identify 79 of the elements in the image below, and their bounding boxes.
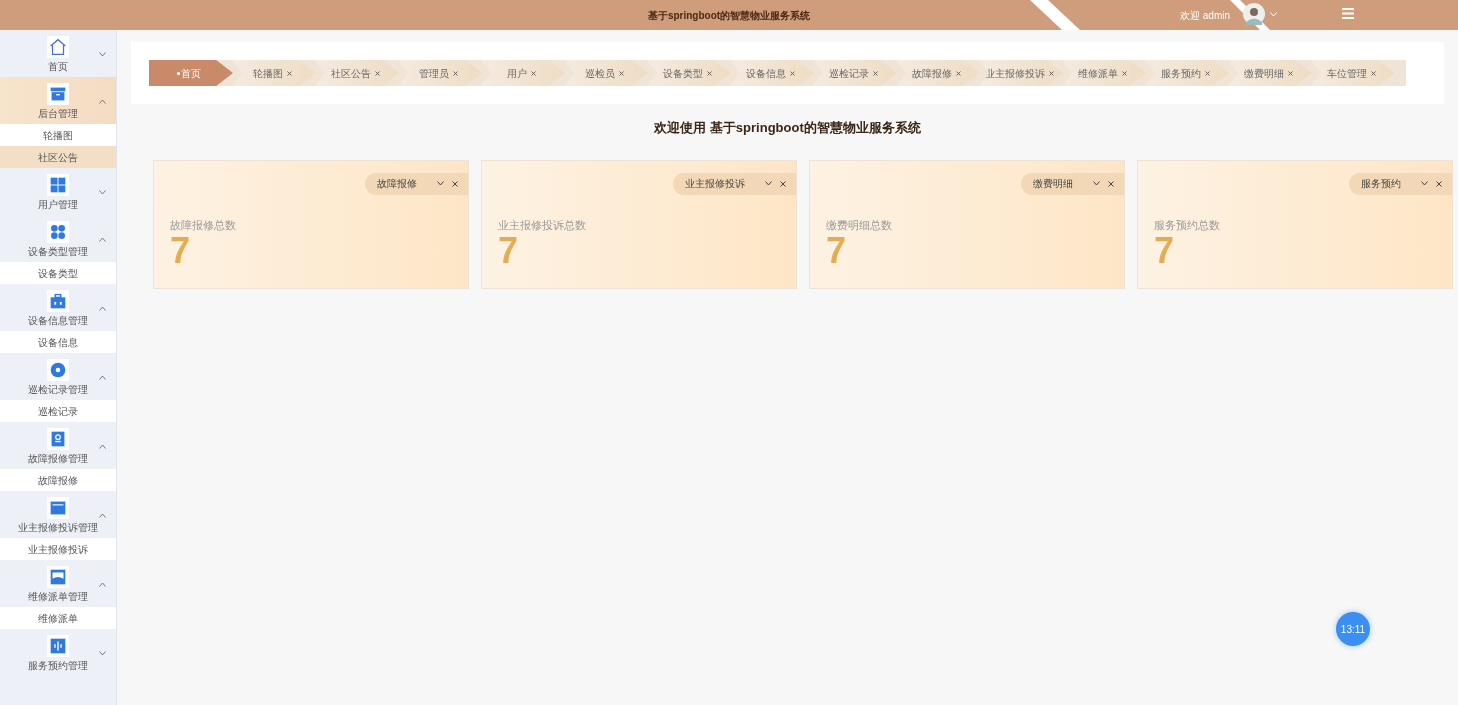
sidebar-menu-item[interactable]: 故障报修管理 xyxy=(0,422,116,469)
stat-value: 7 xyxy=(498,230,519,271)
sidebar-subitem[interactable]: 设备类型 xyxy=(0,262,116,284)
tab[interactable]: 巡检记录 xyxy=(813,60,897,86)
close-icon[interactable] xyxy=(1287,70,1293,76)
stat-value: 7 xyxy=(170,230,191,271)
tab[interactable]: 服务预约 xyxy=(1145,60,1229,86)
close-icon[interactable] xyxy=(1204,70,1210,76)
sidebar-subitem[interactable]: 故障报修 xyxy=(0,469,116,491)
close-icon[interactable] xyxy=(452,70,458,76)
stat-label: 服务预约总数 xyxy=(1154,217,1220,233)
tab[interactable]: 设备类型 xyxy=(647,60,731,86)
chevron-up-icon xyxy=(99,306,106,311)
close-icon[interactable] xyxy=(1108,180,1114,187)
sidebar-menu-item[interactable]: 首页 xyxy=(0,30,116,77)
welcome-heading: 欢迎使用 基于springboot的智慧物业服务系统 xyxy=(654,119,921,137)
chevron-down-icon xyxy=(99,651,106,656)
chevron-up-icon xyxy=(99,513,106,518)
chevron-up-icon xyxy=(99,375,106,380)
chevron-down-icon xyxy=(99,190,106,195)
close-icon[interactable] xyxy=(1370,70,1376,76)
user-greeting: 欢迎 admin xyxy=(1180,9,1230,23)
sidebar-menu-item[interactable]: 后台管理 xyxy=(0,77,116,124)
tab[interactable]: 巡检员 xyxy=(564,60,648,86)
close-icon[interactable] xyxy=(1048,70,1054,76)
close-icon[interactable] xyxy=(706,70,712,76)
close-icon[interactable] xyxy=(872,70,878,76)
close-icon[interactable] xyxy=(452,180,458,187)
chevron-down-icon xyxy=(1421,181,1428,186)
tab[interactable]: 故障报修 xyxy=(896,60,980,86)
card-selector[interactable]: 服务预约 xyxy=(1349,172,1452,195)
sidebar-subitem[interactable]: 维修派单 xyxy=(0,607,116,629)
app-title: 基于springboot的智慧物业服务系统 xyxy=(647,8,811,23)
sidebar-subitem[interactable]: 设备信息 xyxy=(0,331,116,353)
avatar-icon[interactable] xyxy=(1243,3,1265,25)
stat-label: 业主报修投诉总数 xyxy=(498,217,586,233)
close-icon[interactable] xyxy=(1436,180,1442,187)
chevron-down-icon xyxy=(437,181,444,186)
chevron-down-icon xyxy=(99,52,106,57)
chevron-up-icon xyxy=(99,444,106,449)
sidebar-menu-item[interactable]: 业主报修投诉管理 xyxy=(0,491,116,538)
chevron-down-icon xyxy=(765,181,772,186)
stat-value: 7 xyxy=(826,230,847,271)
sidebar-subitem[interactable]: 社区公告 xyxy=(0,146,116,168)
sidebar-menu-item[interactable]: 设备类型管理 xyxy=(0,215,116,262)
sidebar-menu-item[interactable]: 用户管理 xyxy=(0,168,116,215)
stat-value: 7 xyxy=(1154,230,1175,271)
tab[interactable]: 社区公告 xyxy=(315,60,399,86)
tab[interactable]: 用户 xyxy=(481,60,565,86)
close-icon[interactable] xyxy=(286,70,292,76)
stat-label: 故障报修总数 xyxy=(170,217,236,233)
chevron-down-icon xyxy=(1093,181,1100,186)
chevron-up-icon xyxy=(99,582,106,587)
sidebar-menu-item[interactable]: 维修派单管理 xyxy=(0,560,116,607)
card-selector[interactable]: 故障报修 xyxy=(365,172,468,195)
close-icon[interactable] xyxy=(955,70,961,76)
tab[interactable]: 管理员 xyxy=(398,60,482,86)
close-icon[interactable] xyxy=(530,70,536,76)
sidebar-subitem[interactable]: 轮播图 xyxy=(0,124,116,146)
tab[interactable]: 设备信息 xyxy=(730,60,814,86)
tab[interactable]: 轮播图 xyxy=(232,60,316,86)
close-icon[interactable] xyxy=(618,70,624,76)
tab[interactable]: 车位管理 xyxy=(1311,60,1395,86)
tab[interactable]: 维修派单 xyxy=(1062,60,1146,86)
stat-label: 缴费明细总数 xyxy=(826,217,892,233)
sidebar-menu-item[interactable]: 巡检记录管理 xyxy=(0,353,116,400)
close-icon[interactable] xyxy=(789,70,795,76)
sidebar-menu-item[interactable]: 服务预约管理 xyxy=(0,629,116,676)
chevron-up-icon xyxy=(99,99,106,104)
close-icon[interactable] xyxy=(1121,70,1127,76)
chevron-up-icon xyxy=(99,237,106,242)
sidebar-menu-item[interactable]: 设备信息管理 xyxy=(0,284,116,331)
sidebar-subitem[interactable]: 巡检记录 xyxy=(0,400,116,422)
card-selector[interactable]: 业主报修投诉 xyxy=(673,172,796,195)
sidebar-subitem[interactable]: 业主报修投诉 xyxy=(0,538,116,560)
close-icon[interactable] xyxy=(374,70,380,76)
tab[interactable]: 缴费明细 xyxy=(1228,60,1312,86)
close-icon[interactable] xyxy=(780,180,786,187)
card-selector[interactable]: 缴费明细 xyxy=(1021,172,1124,195)
